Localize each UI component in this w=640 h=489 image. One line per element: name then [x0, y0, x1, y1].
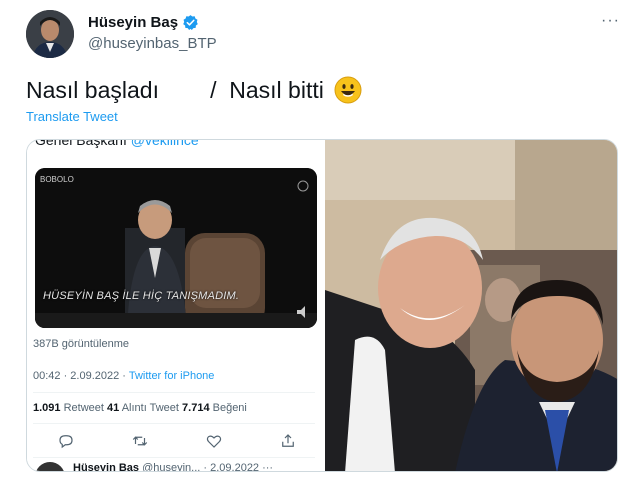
- quoted-top-text: Genel Başkanı @vekilince: [35, 140, 199, 148]
- video-caption: HÜSEYİN BAŞ İLE HİÇ TANIŞMADIM.: [43, 290, 240, 302]
- tweet-timestamp: 00:42 · 2.09.2022 · Twitter for iPhone: [33, 370, 214, 382]
- like-count[interactable]: 7.714: [182, 402, 210, 414]
- divider: [33, 423, 315, 424]
- reply-icon[interactable]: [57, 432, 75, 450]
- retweet-label: Retweet: [60, 402, 107, 414]
- video-frame: [35, 168, 317, 328]
- action-bar: [57, 432, 297, 450]
- quoted-top-label: Genel Başkanı: [35, 140, 131, 148]
- divider: [33, 392, 315, 393]
- tweet-media-grid: Genel Başkanı @vekilince BOBOLO HÜSEYİN …: [26, 139, 618, 472]
- retweet-count[interactable]: 1.091: [33, 402, 61, 414]
- reply-author-name[interactable]: Hüseyin Baş: [73, 462, 139, 471]
- view-count: 387B görüntülenme: [33, 338, 130, 350]
- tweet-text: Nasıl başladı / Nasıl bitti: [26, 76, 362, 104]
- video-thumbnail[interactable]: BOBOLO HÜSEYİN BAŞ İLE HİÇ TANIŞMADIM.: [35, 168, 317, 328]
- video-channel-logo: BOBOLO: [40, 175, 74, 184]
- smile-emoji-icon: [334, 76, 362, 104]
- more-icon[interactable]: ···: [601, 12, 620, 30]
- quoted-mention: @vekilince: [130, 140, 199, 148]
- retweet-icon[interactable]: [131, 432, 149, 450]
- quote-label: Alıntı Tweet: [119, 402, 183, 414]
- media-screenshot-quoted-tweet[interactable]: Genel Başkanı @vekilince BOBOLO HÜSEYİN …: [27, 140, 323, 472]
- media-selfie-photo[interactable]: [325, 140, 617, 471]
- author-handle[interactable]: @huseyinbas_BTP: [88, 35, 217, 52]
- share-icon[interactable]: [279, 432, 297, 450]
- author-avatar[interactable]: [26, 10, 74, 58]
- author-name[interactable]: Hüseyin Baş: [88, 14, 178, 31]
- like-label: Beğeni: [209, 402, 247, 414]
- divider: [33, 457, 315, 458]
- author-name-row: Hüseyin Baş: [88, 14, 199, 31]
- like-icon[interactable]: [205, 432, 223, 450]
- tweet-header: Hüseyin Baş @huseyinbas_BTP ···: [26, 10, 626, 58]
- reply-handle: @huseyin... · 2.09.2022 ···: [139, 462, 274, 472]
- reply-avatar[interactable]: [35, 462, 65, 471]
- engagement-stats: 1.091 Retweet 41 Alıntı Tweet 7.714 Beğe…: [33, 402, 247, 414]
- quote-count[interactable]: 41: [107, 402, 119, 414]
- selfie-photo: [325, 140, 617, 471]
- timestamp-text: 00:42 · 2.09.2022 ·: [33, 370, 129, 382]
- tweet-text-content: Nasıl başladı / Nasıl bitti: [26, 76, 324, 103]
- translate-tweet-link[interactable]: Translate Tweet: [26, 109, 118, 124]
- source-link[interactable]: Twitter for iPhone: [129, 370, 215, 382]
- reply-header: Hüseyin Baş @huseyin... · 2.09.2022 ···: [73, 462, 274, 472]
- verified-badge-icon: [183, 15, 198, 31]
